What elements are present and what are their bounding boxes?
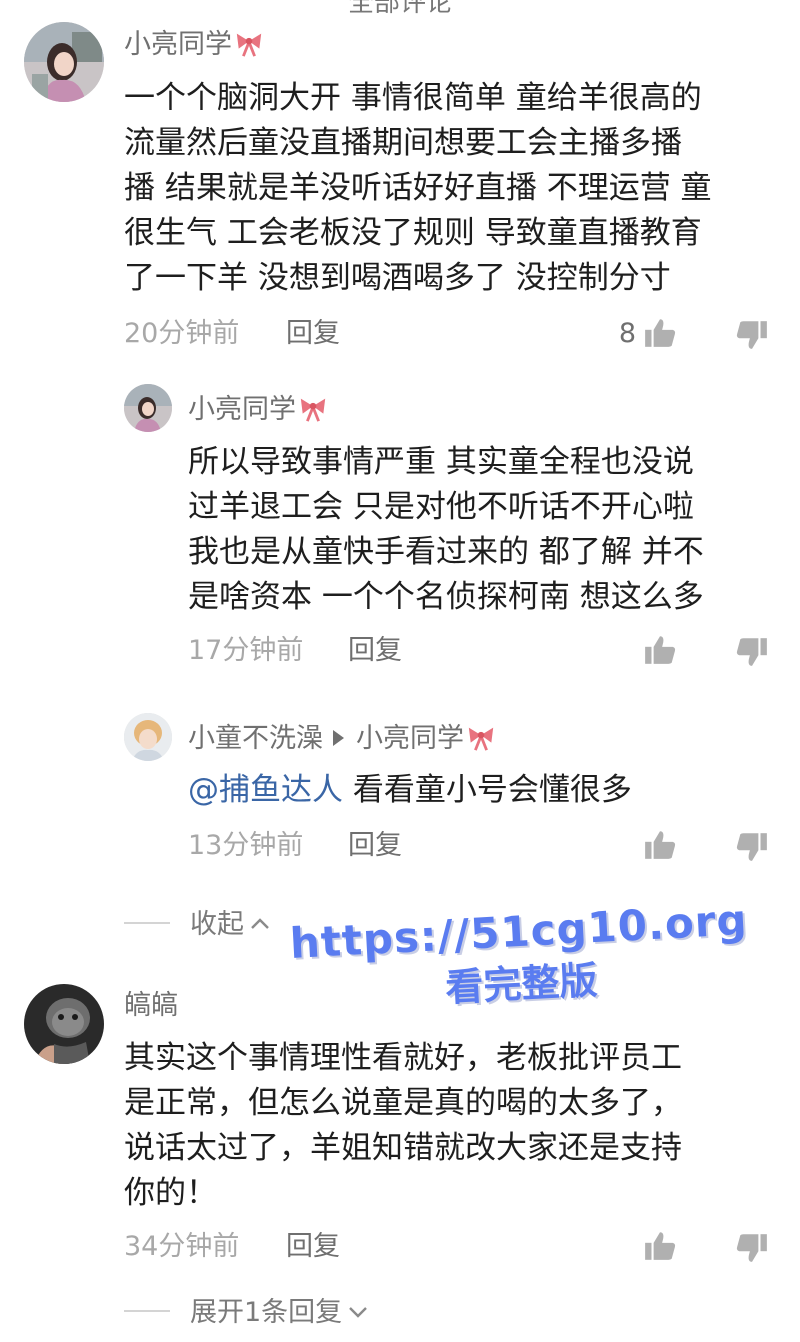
section-header-cut: 全部评论 bbox=[347, 0, 452, 18]
reply-timestamp: 17分钟前 bbox=[188, 635, 304, 666]
thumbs-up-icon[interactable] bbox=[643, 633, 677, 667]
comment-text: 一个个脑洞大开 事情很简单 童给羊很高的 流量然后童没直播期间想要工会主播多播 … bbox=[124, 80, 712, 296]
watermark-overlay: https://51cg10.org 看完整版 bbox=[288, 893, 753, 1021]
reply-text: 所以导致事情严重 其实童全程也没说 过羊退工会 只是对他不听话不开心啦 我也是从… bbox=[188, 444, 704, 615]
expand-replies-button[interactable]: 展开1条回复 bbox=[124, 1296, 370, 1330]
comment-timestamp: 20分钟前 bbox=[124, 318, 240, 349]
thumbs-up-icon[interactable] bbox=[643, 828, 677, 862]
comment-username[interactable]: 皜皜 bbox=[124, 989, 178, 1023]
divider bbox=[124, 1310, 170, 1312]
divider bbox=[124, 922, 170, 924]
chevron-down-icon bbox=[346, 1300, 370, 1324]
reply-button[interactable]: 回复 bbox=[286, 317, 340, 351]
ribbon-bow-icon bbox=[298, 393, 328, 423]
reply-button[interactable]: 回复 bbox=[348, 829, 402, 863]
like-count: 8 bbox=[618, 318, 636, 349]
comment-timestamp: 34分钟前 bbox=[124, 1231, 240, 1262]
ribbon-bow-icon bbox=[234, 28, 264, 58]
avatar[interactable] bbox=[124, 384, 172, 432]
reply-text: @捕鱼达人 看看童小号会懂很多 bbox=[188, 772, 632, 808]
avatar[interactable] bbox=[124, 713, 172, 761]
thumbs-up-icon[interactable] bbox=[643, 1229, 677, 1263]
collapse-replies-button[interactable]: 收起 bbox=[124, 908, 272, 942]
reply-button[interactable]: 回复 bbox=[348, 634, 402, 668]
reply-username[interactable]: 小童不洗澡 小亮同学 bbox=[188, 722, 496, 756]
thumbs-up-icon[interactable] bbox=[643, 316, 677, 350]
ribbon-bow-icon bbox=[466, 722, 496, 752]
comment-username[interactable]: 小亮同学 bbox=[124, 28, 264, 62]
thumbs-down-icon[interactable] bbox=[735, 635, 769, 669]
reply-timestamp: 13分钟前 bbox=[188, 830, 304, 861]
mention-link[interactable]: @捕鱼达人 bbox=[188, 772, 343, 808]
avatar[interactable] bbox=[24, 984, 104, 1064]
comment-text: 其实这个事情理性看就好，老板批评员工 是正常，但怎么说童是真的喝的太多了， 说话… bbox=[124, 1040, 682, 1211]
chevron-up-icon bbox=[248, 912, 272, 936]
comment-page: 全部评论 小亮同学 一个个脑洞大开 事情很简单 童给羊很高的 流量然后童没直播期… bbox=[0, 0, 800, 1342]
reply-to-arrow-icon bbox=[333, 730, 344, 746]
avatar[interactable] bbox=[24, 22, 104, 102]
reply-button[interactable]: 回复 bbox=[286, 1230, 340, 1264]
thumbs-down-icon[interactable] bbox=[735, 830, 769, 864]
thumbs-down-icon[interactable] bbox=[735, 1231, 769, 1265]
thumbs-down-icon[interactable] bbox=[735, 318, 769, 352]
reply-username[interactable]: 小亮同学 bbox=[188, 393, 328, 427]
